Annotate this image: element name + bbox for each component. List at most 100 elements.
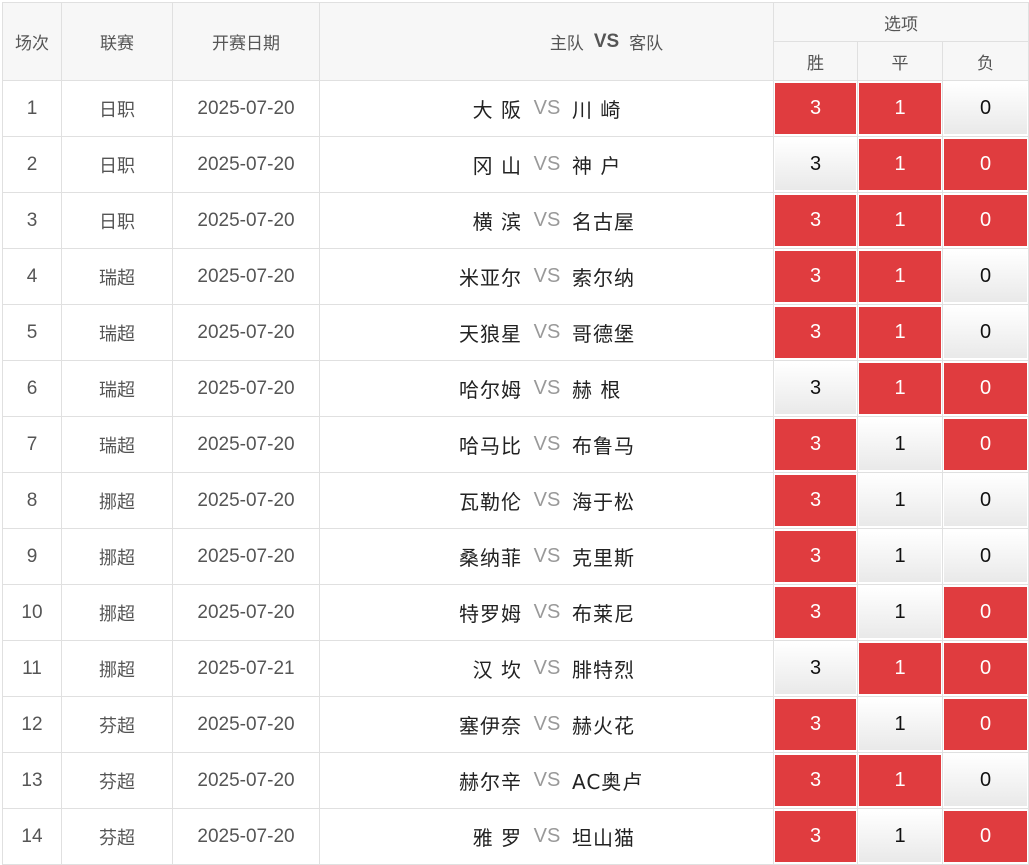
league-name: 瑞超 [61,304,173,361]
table-row: 12 芬超 2025-07-20 塞伊奈 VS 赫火花 3 1 0 [2,696,1029,753]
draw-option-button[interactable]: 1 [859,811,941,862]
match-index: 4 [2,248,62,305]
win-option-button[interactable]: 3 [775,83,856,134]
option-cell: 0 [941,304,1029,361]
lose-option-button[interactable]: 0 [944,83,1028,134]
option-cell: 3 [773,696,858,753]
lose-option-button[interactable]: 0 [944,195,1028,246]
lose-option-button[interactable]: 0 [944,475,1028,526]
league-name: 日职 [61,192,173,249]
win-option-button[interactable]: 3 [775,139,856,190]
away-team: 坦山猫 [572,826,635,850]
vs-label: VS [533,713,561,735]
option-cell: 0 [941,640,1029,697]
option-cell: 3 [773,136,858,193]
match-date: 2025-07-20 [172,192,320,249]
win-option-button[interactable]: 3 [775,195,856,246]
match-teams: 大 阪 VS 川 崎 [319,80,774,137]
draw-option-button[interactable]: 1 [859,307,941,358]
match-index: 14 [2,808,62,865]
win-option-button[interactable]: 3 [775,307,856,358]
header-away: 客队 [629,34,664,54]
option-cell: 3 [773,808,858,865]
match-index: 12 [2,696,62,753]
draw-option-button[interactable]: 1 [859,643,941,694]
draw-option-button[interactable]: 1 [859,475,941,526]
option-cell: 0 [941,752,1029,809]
option-cell: 0 [941,696,1029,753]
win-option-button[interactable]: 3 [775,699,856,750]
away-team: 布莱尼 [572,602,635,626]
match-index: 11 [2,640,62,697]
table-row: 3 日职 2025-07-20 横 滨 VS 名古屋 3 1 0 [2,192,1029,249]
win-option-button[interactable]: 3 [775,587,856,638]
vs-label: VS [533,265,561,287]
option-cell: 1 [857,752,943,809]
table-row: 11 挪超 2025-07-21 汉 坎 VS 腓特烈 3 1 0 [2,640,1029,697]
lose-option-button[interactable]: 0 [944,643,1028,694]
table-row: 9 挪超 2025-07-20 桑纳菲 VS 克里斯 3 1 0 [2,528,1029,585]
away-team: 名古屋 [572,210,635,234]
lose-option-button[interactable]: 0 [944,587,1028,638]
lose-option-button[interactable]: 0 [944,363,1028,414]
home-team: 瓦勒伦 [459,490,522,514]
draw-option-button[interactable]: 1 [859,363,941,414]
match-index: 10 [2,584,62,641]
draw-option-button[interactable]: 1 [859,83,941,134]
draw-option-button[interactable]: 1 [859,531,941,582]
lose-option-button[interactable]: 0 [944,251,1028,302]
header-league: 联赛 [61,2,173,81]
lose-option-button[interactable]: 0 [944,755,1028,806]
win-option-button[interactable]: 3 [775,475,856,526]
vs-label: VS [533,657,561,679]
win-option-button[interactable]: 3 [775,755,856,806]
win-option-button[interactable]: 3 [775,531,856,582]
match-index: 13 [2,752,62,809]
option-cell: 0 [941,808,1029,865]
win-option-button[interactable]: 3 [775,251,856,302]
draw-option-button[interactable]: 1 [859,251,941,302]
league-name: 挪超 [61,472,173,529]
vs-label: VS [533,97,561,119]
league-name: 芬超 [61,696,173,753]
header-date: 开赛日期 [172,2,320,81]
draw-option-button[interactable]: 1 [859,587,941,638]
option-cell: 1 [857,640,943,697]
home-team: 汉 坎 [472,658,522,682]
win-option-button[interactable]: 3 [775,419,856,470]
away-team: 哥德堡 [572,322,635,346]
option-cell: 0 [941,584,1029,641]
draw-option-button[interactable]: 1 [859,195,941,246]
match-teams: 桑纳菲 VS 克里斯 [319,528,774,585]
header-options: 选项 [772,2,1029,42]
win-option-button[interactable]: 3 [775,811,856,862]
vs-label: VS [533,321,561,343]
away-team: 索尔纳 [572,266,635,290]
home-team: 冈 山 [472,154,522,178]
lose-option-button[interactable]: 0 [944,531,1028,582]
draw-option-button[interactable]: 1 [859,139,941,190]
win-option-button[interactable]: 3 [775,643,856,694]
header-row: 场次 联赛 开赛日期 主队 VS 客队 选项 [2,2,1029,81]
draw-option-button[interactable]: 1 [859,755,941,806]
option-cell: 0 [941,360,1029,417]
match-teams: 哈马比 VS 布鲁马 [319,416,774,473]
lose-option-button[interactable]: 0 [944,307,1028,358]
option-cell: 0 [941,528,1029,585]
draw-option-button[interactable]: 1 [859,419,941,470]
option-cell: 1 [857,808,943,865]
vs-label: VS [533,769,561,791]
vs-label: VS [533,601,561,623]
header-win: 胜 [773,41,858,81]
lose-option-button[interactable]: 0 [944,419,1028,470]
league-name: 挪超 [61,528,173,585]
option-cell: 1 [857,192,943,249]
draw-option-button[interactable]: 1 [859,699,941,750]
match-date: 2025-07-20 [172,584,320,641]
lose-option-button[interactable]: 0 [944,139,1028,190]
lose-option-button[interactable]: 0 [944,811,1028,862]
option-cell: 3 [773,192,858,249]
win-option-button[interactable]: 3 [775,363,856,414]
lose-option-button[interactable]: 0 [944,699,1028,750]
table-row: 2 日职 2025-07-20 冈 山 VS 神 户 310 [2,136,1029,193]
